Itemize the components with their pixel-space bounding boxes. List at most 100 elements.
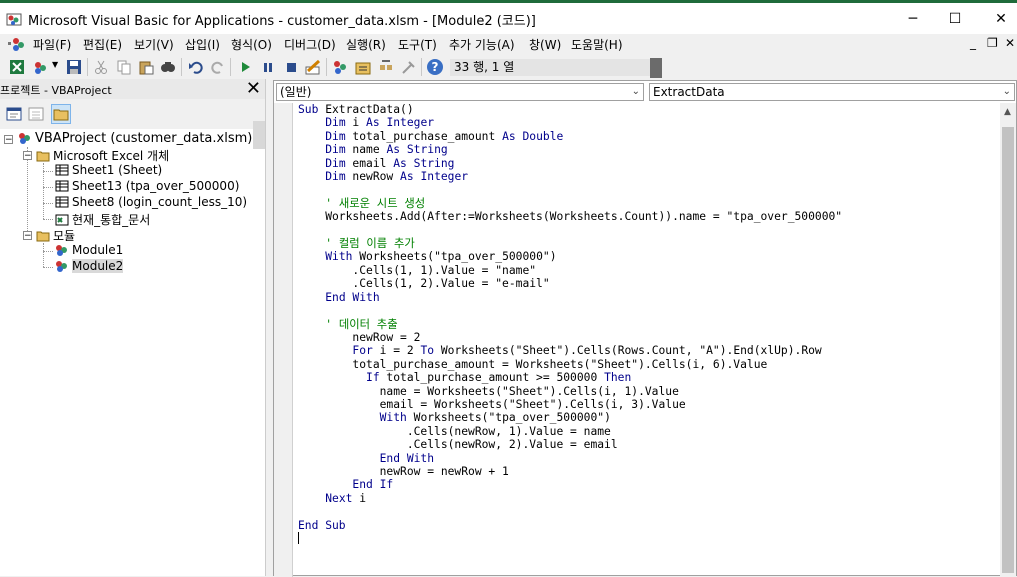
code-line[interactable]: Dim email As String <box>298 157 998 170</box>
excel-icon[interactable] <box>9 59 25 75</box>
code-line[interactable]: Sub ExtractData() <box>298 103 998 116</box>
properties-icon[interactable] <box>355 59 371 75</box>
code-vertical-scrollbar[interactable]: ▲ <box>1000 103 1016 577</box>
object-combobox[interactable]: (일반) ⌄ <box>276 83 644 101</box>
code-line[interactable]: If total_purchase_amount >= 500000 Then <box>298 371 998 384</box>
code-line[interactable]: ' 데이터 추출 <box>298 318 998 331</box>
collapse-toggle[interactable]: − <box>23 151 32 161</box>
run-icon[interactable] <box>238 59 254 75</box>
close-button[interactable]: ✕ <box>986 9 1016 29</box>
find-icon[interactable] <box>160 59 176 75</box>
cursor-position-status: 33 행, 1 열 <box>450 59 650 76</box>
code-line[interactable]: name = Worksheets("Sheet").Cells(i, 1).V… <box>298 385 998 398</box>
tree-node-module1[interactable]: Module1 <box>55 243 123 257</box>
view-object-icon[interactable] <box>27 105 45 123</box>
code-line[interactable] <box>298 505 998 518</box>
project-scrollbar[interactable] <box>253 121 265 149</box>
project-explorer-title: 프로젝트 - VBAProject <box>0 84 112 97</box>
tree-node-sheet13[interactable]: Sheet13 (tpa_over_500000) <box>55 179 239 193</box>
tree-node-workbook[interactable]: 현재_통합_문서 <box>55 211 150 228</box>
code-line[interactable]: Next i <box>298 492 998 505</box>
code-line[interactable] <box>298 224 998 237</box>
save-icon[interactable] <box>66 59 82 75</box>
cut-icon[interactable] <box>93 59 109 75</box>
toolbar-grip[interactable] <box>650 58 662 78</box>
insert-module-icon[interactable] <box>32 59 48 75</box>
code-line[interactable]: .Cells(1, 1).Value = "name" <box>298 264 998 277</box>
chevron-down-icon[interactable]: ▼ <box>52 60 58 69</box>
scrollbar-thumb[interactable] <box>1002 127 1014 573</box>
code-line[interactable] <box>298 183 998 196</box>
code-line[interactable]: .Cells(newRow, 2).Value = email <box>298 438 998 451</box>
tree-node-excel-objects[interactable]: Microsoft Excel 개체 <box>36 147 169 164</box>
view-code-icon[interactable] <box>5 105 23 123</box>
toolbox-icon[interactable] <box>401 59 417 75</box>
scroll-up-icon[interactable]: ▲ <box>1004 107 1011 117</box>
menu-format[interactable]: 형식(O) <box>231 36 272 53</box>
code-line[interactable]: .Cells(newRow, 1).Value = name <box>298 425 998 438</box>
tree-node-sheet1[interactable]: Sheet1 (Sheet) <box>55 163 162 177</box>
tree-node-module2[interactable]: Module2 <box>55 259 124 273</box>
code-line[interactable]: For i = 2 To Worksheets("Sheet").Cells(R… <box>298 344 998 357</box>
menu-help[interactable]: 도움말(H) <box>571 36 623 53</box>
menu-addins[interactable]: 추가 기능(A) <box>449 36 515 53</box>
code-line[interactable]: Dim name As String <box>298 143 998 156</box>
code-line[interactable]: Dim newRow As Integer <box>298 170 998 183</box>
redo-icon[interactable] <box>210 59 226 75</box>
code-line[interactable]: With Worksheets("tpa_over_500000") <box>298 411 998 424</box>
menu-window[interactable]: 창(W) <box>529 36 561 53</box>
minimize-button[interactable]: ─ <box>898 9 928 29</box>
mdi-restore-button[interactable]: ❐ <box>987 36 998 50</box>
code-line[interactable]: newRow = newRow + 1 <box>298 465 998 478</box>
object-browser-icon[interactable] <box>378 59 394 75</box>
code-line[interactable]: End Sub <box>298 519 998 532</box>
code-line[interactable] <box>298 532 998 545</box>
collapse-toggle[interactable]: − <box>23 231 32 241</box>
code-line[interactable]: email = Worksheets("Sheet").Cells(i, 3).… <box>298 398 998 411</box>
mdi-minimize-button[interactable]: _ <box>970 36 976 50</box>
project-explorer-close-button[interactable]: ✕ <box>246 78 261 99</box>
chevron-down-icon[interactable]: ⌄ <box>1003 84 1011 100</box>
code-line[interactable]: newRow = 2 <box>298 331 998 344</box>
menu-tools[interactable]: 도구(T) <box>398 36 437 53</box>
procedure-combobox[interactable]: ExtractData ⌄ <box>649 83 1015 101</box>
menu-run[interactable]: 실행(R) <box>346 36 386 53</box>
chevron-down-icon[interactable]: ⌄ <box>632 84 640 100</box>
mdi-close-button[interactable]: ✕ <box>1005 36 1015 50</box>
design-mode-icon[interactable] <box>305 59 321 75</box>
margin-indicator-bar[interactable] <box>274 103 293 577</box>
help-icon[interactable]: ? <box>426 58 444 76</box>
undo-icon[interactable] <box>188 59 204 75</box>
tree-node-vbaproject[interactable]: VBAProject (customer_data.xlsm) <box>18 131 252 146</box>
code-line[interactable]: End With <box>298 452 998 465</box>
project-explorer-icon[interactable] <box>332 59 348 75</box>
code-editor[interactable]: Sub ExtractData() Dim i As Integer Dim t… <box>298 103 998 545</box>
code-line[interactable] <box>298 304 998 317</box>
code-line[interactable]: ' 컬럼 이름 추가 <box>298 237 998 250</box>
paste-icon[interactable] <box>138 59 154 75</box>
code-line[interactable]: End If <box>298 478 998 491</box>
code-line[interactable]: With Worksheets("tpa_over_500000") <box>298 250 998 263</box>
toggle-folders-icon[interactable] <box>51 104 71 124</box>
code-line[interactable]: .Cells(1, 2).Value = "e-mail" <box>298 277 998 290</box>
reset-icon[interactable] <box>283 59 299 75</box>
pane-splitter[interactable] <box>265 79 273 576</box>
copy-icon[interactable] <box>116 59 132 75</box>
code-line[interactable]: End With <box>298 291 998 304</box>
code-line[interactable]: ' 새로운 시트 생성 <box>298 197 998 210</box>
menu-edit[interactable]: 편집(E) <box>83 36 122 53</box>
menu-view[interactable]: 보기(V) <box>134 36 174 53</box>
menu-insert[interactable]: 삽입(I) <box>185 36 220 53</box>
code-line[interactable]: total_purchase_amount = Worksheets("Shee… <box>298 358 998 371</box>
menu-file[interactable]: 파일(F) <box>33 36 71 53</box>
break-icon[interactable] <box>260 59 276 75</box>
menu-debug[interactable]: 디버그(D) <box>284 36 336 53</box>
collapse-toggle[interactable]: − <box>4 135 13 145</box>
code-line[interactable]: Dim i As Integer <box>298 116 998 129</box>
code-line[interactable]: Dim total_purchase_amount As Double <box>298 130 998 143</box>
code-line[interactable]: Worksheets.Add(After:=Worksheets(Workshe… <box>298 210 998 223</box>
tree-node-modules[interactable]: 모듈 <box>36 227 75 244</box>
tree-node-sheet8[interactable]: Sheet8 (login_count_less_10) <box>55 195 247 209</box>
maximize-button[interactable]: ☐ <box>940 9 970 29</box>
vba-project-icon[interactable] <box>8 36 26 52</box>
